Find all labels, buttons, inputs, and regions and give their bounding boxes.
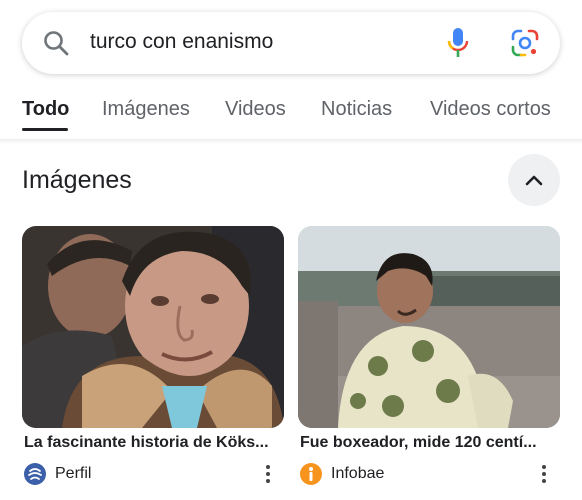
- dot: [542, 472, 546, 476]
- images-section-title: Imágenes: [22, 166, 132, 194]
- more-options-button[interactable]: [536, 462, 552, 486]
- tab-videos[interactable]: Videos: [225, 98, 286, 121]
- result-title[interactable]: Fue boxeador, mide 120 centí...: [300, 434, 556, 452]
- microphone-icon[interactable]: [446, 27, 470, 59]
- result-image-man-on-couch[interactable]: [298, 226, 560, 428]
- result-source[interactable]: Perfil: [24, 462, 91, 486]
- result-source[interactable]: Infobae: [300, 462, 384, 486]
- infobae-logo-icon: [300, 463, 322, 485]
- source-name: Infobae: [331, 465, 385, 482]
- image-result-card[interactable]: La fascinante historia de Köks... Perfil: [22, 226, 284, 500]
- tab-imagenes[interactable]: Imágenes: [102, 98, 190, 121]
- dot: [266, 472, 270, 476]
- result-title[interactable]: La fascinante historia de Köks...: [24, 434, 280, 452]
- search-bar[interactable]: turco con enanismo: [22, 12, 560, 74]
- perfil-logo-icon: [24, 463, 46, 485]
- dot: [542, 465, 546, 469]
- tab-videos-cortos[interactable]: Videos cortos: [430, 98, 551, 121]
- chevron-up-icon: [525, 175, 543, 186]
- tabs-shadow: [0, 140, 582, 144]
- active-tab-indicator: [22, 128, 68, 131]
- search-input[interactable]: turco con enanismo: [90, 30, 273, 54]
- more-options-button[interactable]: [260, 462, 276, 486]
- collapse-button[interactable]: [508, 154, 560, 206]
- dot: [542, 479, 546, 483]
- search-icon[interactable]: [42, 29, 70, 57]
- source-name: Perfil: [55, 465, 92, 482]
- result-image-portrait-two-men[interactable]: [22, 226, 284, 428]
- dot: [266, 479, 270, 483]
- tab-todo[interactable]: Todo: [22, 98, 69, 121]
- tab-noticias[interactable]: Noticias: [321, 98, 392, 121]
- google-lens-icon[interactable]: [510, 28, 540, 58]
- dot: [266, 465, 270, 469]
- image-result-card[interactable]: Fue boxeador, mide 120 centí... Infobae: [298, 226, 560, 500]
- search-tabs: Todo Imágenes Videos Noticias Videos cor…: [0, 92, 582, 134]
